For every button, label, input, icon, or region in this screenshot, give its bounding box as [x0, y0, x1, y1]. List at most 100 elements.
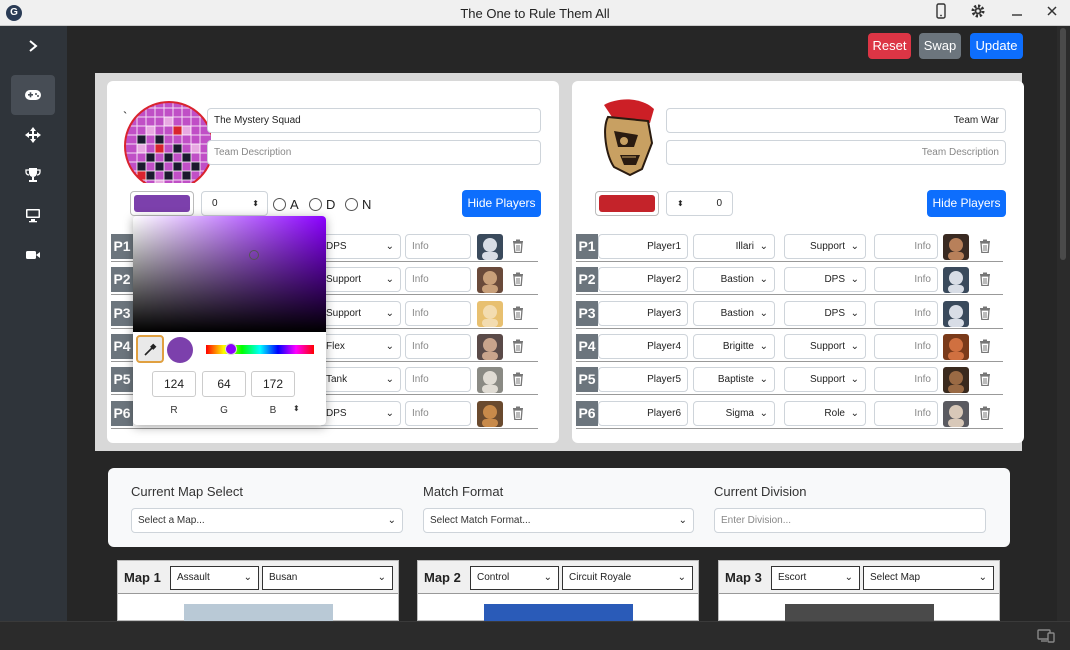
green-value-input[interactable]: 64 — [202, 371, 246, 397]
map-select[interactable]: Select a Map... ⌄ — [131, 508, 403, 533]
player-role-select[interactable]: Support ⌄ — [784, 333, 866, 359]
player-role-select[interactable]: DPS ⌄ — [319, 400, 401, 426]
trophy-icon[interactable] — [11, 155, 55, 195]
hue-slider-thumb[interactable] — [225, 343, 237, 355]
player-name-input[interactable]: Player3 — [598, 300, 688, 326]
monitor-icon[interactable] — [11, 195, 55, 235]
map-name-select[interactable]: Select Map ⌄ — [863, 566, 994, 590]
team2-score-input[interactable]: ⬍ 0 — [666, 191, 733, 216]
player-hero-select[interactable]: Baptiste ⌄ — [693, 367, 775, 393]
red-value-input[interactable]: 124 — [152, 371, 196, 397]
close-icon[interactable] — [1039, 3, 1065, 23]
phone-icon[interactable] — [928, 3, 954, 23]
saturation-area[interactable] — [133, 216, 326, 332]
player-role-select[interactable]: DPS ⌄ — [784, 267, 866, 293]
format-toggle-icon[interactable]: ⬍ — [293, 404, 300, 413]
team2-score-spinner[interactable]: ⬍ — [677, 192, 684, 215]
team1-logo[interactable]: ` — [111, 93, 214, 191]
player-name-input[interactable]: Player5 — [598, 367, 688, 393]
map-name-select[interactable]: Circuit Royale ⌄ — [562, 566, 693, 590]
player-name-input[interactable]: Player6 — [598, 400, 688, 426]
player-hero-select[interactable]: Sigma ⌄ — [693, 400, 775, 426]
player-info-input[interactable]: Info — [874, 400, 938, 426]
player-role-select[interactable]: Support ⌄ — [319, 300, 401, 326]
trash-icon[interactable] — [511, 406, 525, 422]
trash-icon[interactable] — [511, 306, 525, 322]
team1-side-defense-radio[interactable]: D — [309, 197, 335, 212]
player-role-select[interactable]: DPS ⌄ — [784, 300, 866, 326]
reset-button[interactable]: Reset — [868, 33, 911, 59]
player-info-input[interactable]: Info — [874, 333, 938, 359]
swap-button[interactable]: Swap — [919, 33, 961, 59]
trash-icon[interactable] — [978, 406, 992, 422]
trash-icon[interactable] — [978, 372, 992, 388]
team1-side-neutral-radio[interactable]: N — [345, 197, 371, 212]
arrows-move-icon[interactable] — [11, 115, 55, 155]
team1-hide-players-button[interactable]: Hide Players — [462, 190, 541, 217]
team1-description-input[interactable]: Team Description — [207, 140, 541, 165]
player-info-input[interactable]: Info — [874, 300, 938, 326]
player-hero-select[interactable]: Bastion ⌄ — [693, 300, 775, 326]
player-name-input[interactable]: Player2 — [598, 267, 688, 293]
team1-color-swatch[interactable] — [130, 191, 194, 216]
player-info-input[interactable]: Info — [874, 267, 938, 293]
player-role-select[interactable]: DPS ⌄ — [319, 234, 401, 259]
team2-name-input[interactable]: Team War — [666, 108, 1006, 133]
map-mode-select[interactable]: Control ⌄ — [470, 566, 559, 590]
team2-description-input[interactable]: Team Description — [666, 140, 1006, 165]
player-badge: P1 — [111, 234, 133, 259]
player-info-input[interactable]: Info — [405, 400, 471, 426]
gear-icon[interactable] — [965, 3, 991, 23]
player-role-select[interactable]: Support ⌄ — [784, 234, 866, 259]
trash-icon[interactable] — [978, 339, 992, 355]
team1-score-spinner[interactable]: ⬍ — [252, 192, 259, 215]
trash-icon[interactable] — [978, 272, 992, 288]
team1-side-attack-radio[interactable]: A — [273, 197, 299, 212]
team2-color-swatch[interactable] — [595, 191, 659, 216]
trash-icon[interactable] — [511, 239, 525, 255]
saturation-cursor[interactable] — [249, 250, 259, 260]
player-info-input[interactable]: Info — [405, 333, 471, 359]
player-role-select[interactable]: Role ⌄ — [784, 400, 866, 426]
minimize-icon[interactable] — [1004, 3, 1030, 23]
match-format-select[interactable]: Select Match Format... ⌄ — [423, 508, 694, 533]
chevron-right-icon[interactable] — [11, 26, 55, 66]
player-info-input[interactable]: Info — [405, 367, 471, 393]
player-info-input[interactable]: Info — [405, 234, 471, 259]
player-name-input[interactable]: Player1 — [598, 234, 688, 259]
gamepad-icon[interactable] — [11, 75, 55, 115]
trash-icon[interactable] — [511, 272, 525, 288]
blue-value-input[interactable]: 172 — [251, 371, 295, 397]
eyedropper-icon[interactable] — [136, 335, 164, 363]
update-button[interactable]: Update — [970, 33, 1023, 59]
camera-icon[interactable] — [11, 235, 55, 275]
player-hero-select[interactable]: Bastion ⌄ — [693, 267, 775, 293]
trash-icon[interactable] — [511, 372, 525, 388]
player-role-select[interactable]: Tank ⌄ — [319, 367, 401, 393]
devices-icon[interactable] — [1037, 629, 1055, 646]
team2-hide-players-button[interactable]: Hide Players — [927, 190, 1006, 217]
team2-logo[interactable] — [584, 95, 668, 179]
player-info-input[interactable]: Info — [405, 300, 471, 326]
map-mode-select[interactable]: Escort ⌄ — [771, 566, 860, 590]
chevron-down-icon: ⌄ — [759, 374, 768, 386]
team1-score-input[interactable]: 0 ⬍ — [201, 191, 268, 216]
player-info-input[interactable]: Info — [405, 267, 471, 293]
player-hero-select[interactable]: Brigitte ⌄ — [693, 333, 775, 359]
map-name-select[interactable]: Busan ⌄ — [262, 566, 393, 590]
hue-slider[interactable] — [206, 345, 314, 354]
team1-name-input[interactable]: The Mystery Squad — [207, 108, 541, 133]
player-info-input[interactable]: Info — [874, 367, 938, 393]
trash-icon[interactable] — [978, 306, 992, 322]
player-name-input[interactable]: Player4 — [598, 333, 688, 359]
scrollbar-thumb[interactable] — [1060, 28, 1066, 260]
player-role-select[interactable]: Support ⌄ — [319, 267, 401, 293]
player-role-select[interactable]: Flex ⌄ — [319, 333, 401, 359]
trash-icon[interactable] — [978, 239, 992, 255]
trash-icon[interactable] — [511, 339, 525, 355]
player-info-input[interactable]: Info — [874, 234, 938, 259]
player-role-select[interactable]: Support ⌄ — [784, 367, 866, 393]
division-input[interactable]: Enter Division... — [714, 508, 986, 533]
map-mode-select[interactable]: Assault ⌄ — [170, 566, 259, 590]
player-hero-select[interactable]: Illari ⌄ — [693, 234, 775, 259]
